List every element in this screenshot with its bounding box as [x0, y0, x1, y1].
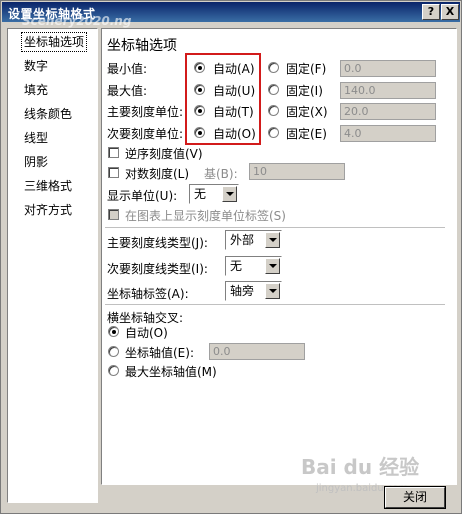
sidebar-item-fill[interactable]: 填充 [22, 81, 50, 99]
max-fixed-label: 固定(I) [286, 84, 323, 98]
display-units-select[interactable]: 无 [189, 184, 239, 204]
minor-tick-select[interactable]: 无 [225, 256, 282, 276]
major-unit-fixed-radio[interactable] [268, 105, 279, 116]
max-label: 最大值: [107, 84, 148, 98]
reverse-order-checkbox[interactable] [108, 147, 119, 158]
minor-tick-value: 无 [230, 259, 243, 273]
divider [105, 227, 445, 229]
log-base-label: 基(B): [204, 167, 238, 181]
chevron-down-icon[interactable] [265, 258, 280, 274]
axis-labels-label: 坐标轴标签(A): [107, 287, 189, 301]
minor-unit-value-field[interactable]: 4.0 [340, 125, 436, 142]
max-value-field[interactable]: 140.0 [340, 82, 436, 99]
cross-value-field[interactable]: 0.0 [209, 343, 305, 360]
minor-tick-label: 次要刻度线类型(I): [107, 262, 208, 276]
major-unit-label: 主要刻度单位: [107, 105, 184, 119]
baidu-watermark: Bai du 经验 [301, 455, 420, 479]
axis-labels-value: 轴旁 [230, 284, 255, 298]
sidebar-item-line-color[interactable]: 线条颜色 [22, 105, 74, 123]
sidebar-item-number[interactable]: 数字 [22, 57, 50, 75]
panel-heading: 坐标轴选项 [107, 38, 177, 54]
cross-max-radio[interactable] [108, 365, 119, 376]
minor-unit-fixed-radio[interactable] [268, 127, 279, 138]
minor-unit-label: 次要刻度单位: [107, 127, 184, 141]
major-unit-fixed-label: 固定(X) [286, 105, 328, 119]
show-units-checkbox [108, 209, 119, 220]
cross-value-radio[interactable] [108, 346, 119, 357]
display-units-label: 显示单位(U): [107, 189, 178, 203]
sidebar-item-line-style[interactable]: 线型 [22, 129, 50, 147]
log-base-field[interactable]: 10 [249, 163, 345, 180]
max-fixed-radio[interactable] [268, 84, 279, 95]
chevron-down-icon[interactable] [265, 232, 280, 248]
axis-labels-select[interactable]: 轴旁 [225, 281, 282, 301]
show-units-label: 在图表上显示刻度单位标签(S) [125, 209, 286, 223]
min-value-field[interactable]: 0.0 [340, 60, 436, 77]
cross-value-label: 坐标轴值(E): [125, 346, 194, 360]
major-tick-label: 主要刻度线类型(J): [107, 236, 208, 250]
sidebar: 坐标轴选项 数字 填充 线条颜色 线型 阴影 三维格式 对齐方式 [7, 28, 98, 503]
min-fixed-radio[interactable] [268, 62, 279, 73]
auto-highlight-box [185, 53, 261, 145]
chevron-down-icon[interactable] [222, 186, 237, 202]
major-tick-select[interactable]: 外部 [225, 230, 282, 250]
cross-auto-label: 自动(O) [125, 326, 168, 340]
major-unit-value-field[interactable]: 20.0 [340, 103, 436, 120]
log-scale-label: 对数刻度(L) [125, 167, 190, 181]
close-button[interactable]: 关闭 [385, 487, 445, 508]
title-bar: 设置坐标轴格式 Scenery2020.ng ? X [2, 2, 460, 28]
min-fixed-label: 固定(F) [286, 62, 327, 76]
display-units-value: 无 [194, 187, 207, 201]
reverse-order-label: 逆序刻度值(V) [125, 147, 203, 161]
log-scale-checkbox[interactable] [108, 167, 119, 178]
sidebar-item-shadow[interactable]: 阴影 [22, 153, 50, 171]
format-axis-dialog: 设置坐标轴格式 Scenery2020.ng ? X 坐标轴选项 数字 填充 线… [0, 0, 462, 514]
cross-auto-radio[interactable] [108, 326, 119, 337]
sidebar-item-alignment[interactable]: 对齐方式 [22, 201, 74, 219]
title-watermark: Scenery2020.ng [22, 14, 132, 28]
sidebar-item-axis-options[interactable]: 坐标轴选项 [20, 32, 88, 52]
close-x-button[interactable]: X [441, 4, 459, 20]
sidebar-item-3d-format[interactable]: 三维格式 [22, 177, 74, 195]
chevron-down-icon[interactable] [265, 283, 280, 299]
major-tick-value: 外部 [230, 233, 255, 247]
cross-max-label: 最大坐标轴值(M) [125, 365, 217, 379]
min-label: 最小值: [107, 62, 148, 76]
help-button[interactable]: ? [422, 4, 440, 20]
minor-unit-fixed-label: 固定(E) [286, 127, 327, 141]
divider [105, 304, 445, 306]
